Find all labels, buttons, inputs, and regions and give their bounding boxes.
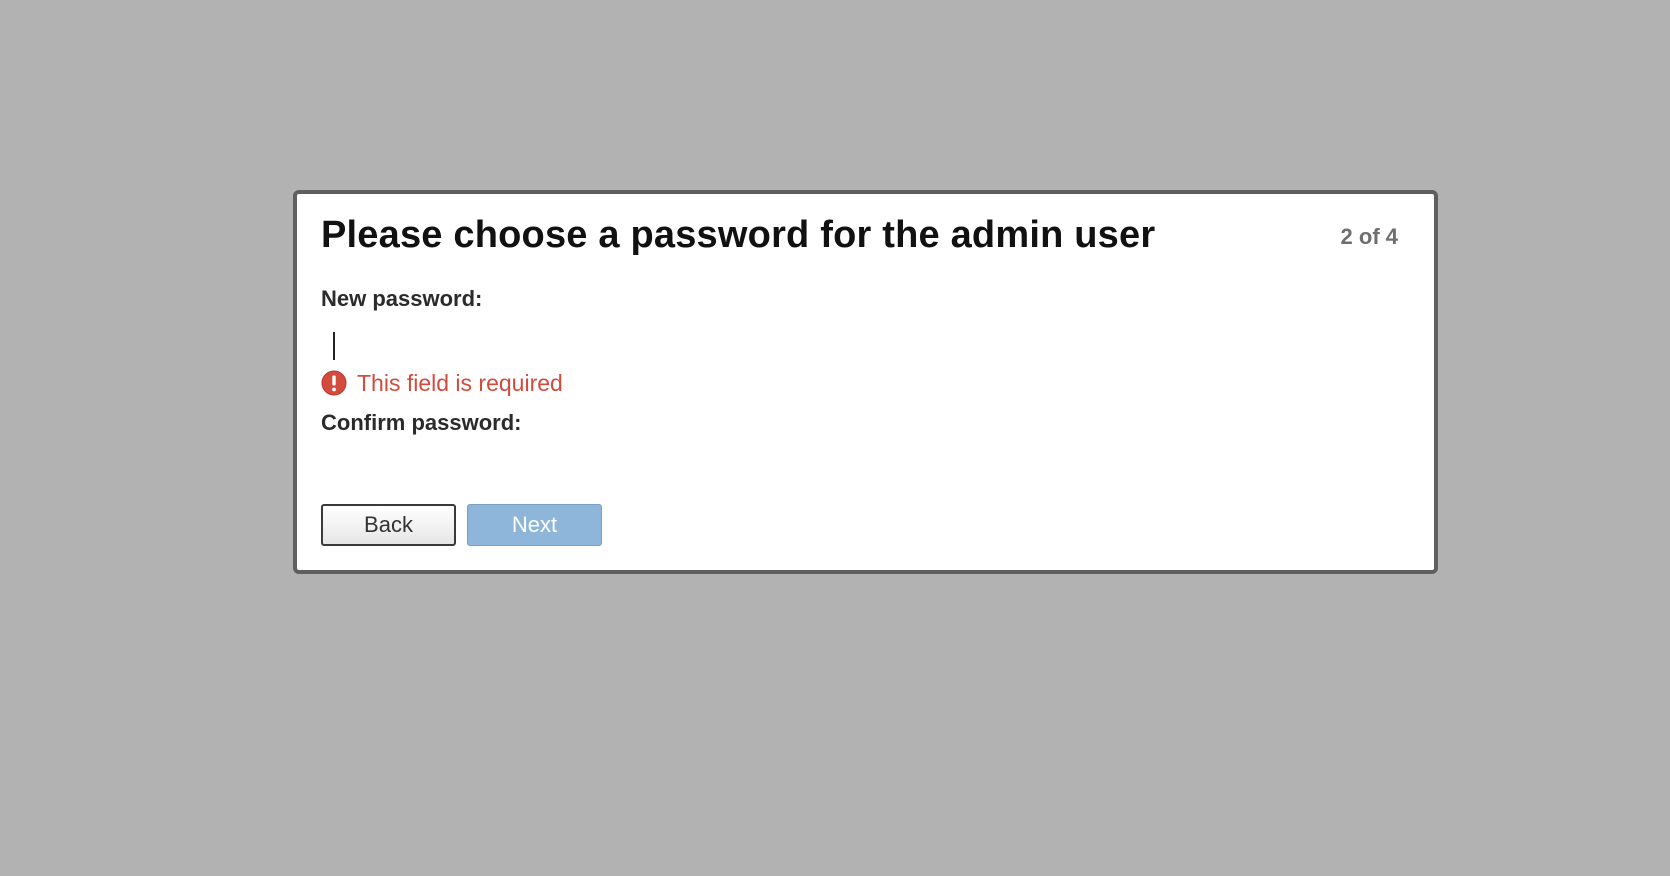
new-password-label: New password: [321, 286, 483, 311]
back-button[interactable]: Back [321, 504, 456, 546]
confirm-password-label: Confirm password: [321, 410, 522, 435]
dialog-title: Please choose a password for the admin u… [321, 214, 1156, 256]
next-button[interactable]: Next [467, 504, 602, 546]
password-dialog: Please choose a password for the admin u… [293, 190, 1438, 574]
new-password-input[interactable] [321, 326, 821, 360]
text-cursor [333, 332, 335, 360]
exclamation-circle-icon [321, 370, 347, 396]
error-message: This field is required [321, 366, 563, 400]
confirm-password-input[interactable] [321, 450, 821, 484]
step-indicator: 2 of 4 [1340, 224, 1398, 249]
error-text: This field is required [357, 369, 563, 396]
